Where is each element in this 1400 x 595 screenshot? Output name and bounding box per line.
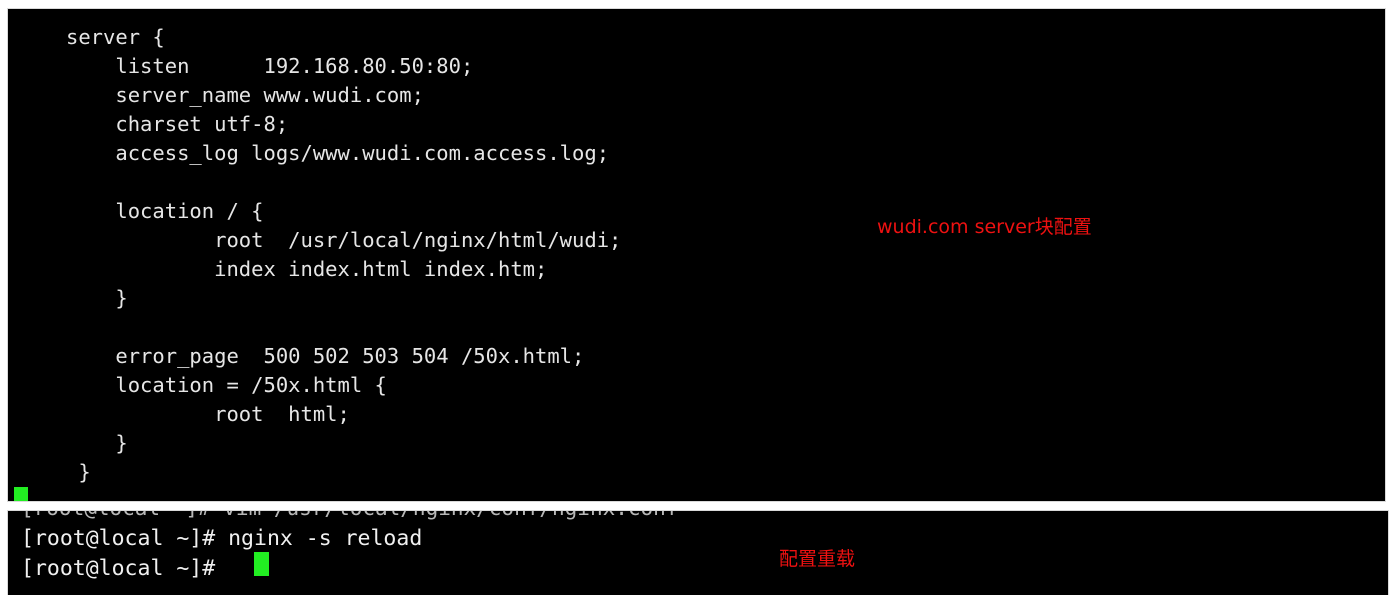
nginx-config-panel[interactable]: server { listen 192.168.80.50:80; server…: [8, 9, 1385, 501]
config-line: server_name www.wudi.com;: [66, 83, 424, 107]
shell-output[interactable]: [root@local ~]# nginx -s reload [root@loc…: [21, 524, 422, 584]
config-line: }: [66, 431, 128, 455]
config-line: root html;: [66, 402, 350, 426]
config-line: }: [66, 286, 128, 310]
config-line: location / {: [66, 199, 264, 223]
config-line: access_log logs/www.wudi.com.access.log;: [66, 141, 610, 165]
annotation-config-reload: 配置重载: [779, 548, 856, 570]
config-line: }: [66, 460, 91, 484]
config-cursor-block: [14, 487, 28, 501]
config-code-block[interactable]: server { listen 192.168.80.50:80; server…: [8, 9, 621, 487]
shell-terminal-panel[interactable]: [root@local ~]# vim /usr/local/nginx/con…: [8, 511, 1388, 595]
config-line: index index.html index.htm;: [66, 257, 548, 281]
config-line: listen 192.168.80.50:80;: [66, 54, 474, 78]
shell-line-command: [root@local ~]# nginx -s reload: [21, 526, 423, 551]
config-line-blank: [8, 313, 621, 342]
config-line: location = /50x.html {: [66, 373, 387, 397]
screenshot-root: server { listen 192.168.80.50:80; server…: [0, 0, 1400, 595]
config-line: server {: [66, 25, 165, 49]
annotation-server-block: wudi.com server块配置: [877, 216, 1092, 238]
shell-cursor-block: [254, 552, 269, 576]
shell-clipped-previous-line: [root@local ~]# vim /usr/local/nginx/con…: [21, 511, 678, 519]
config-line: root /usr/local/nginx/html/wudi;: [66, 228, 622, 252]
config-line: error_page 500 502 503 504 /50x.html;: [66, 344, 585, 368]
config-line: charset utf-8;: [66, 112, 289, 136]
config-line-blank: [8, 168, 621, 197]
shell-line-prompt: [root@local ~]#: [21, 556, 229, 581]
